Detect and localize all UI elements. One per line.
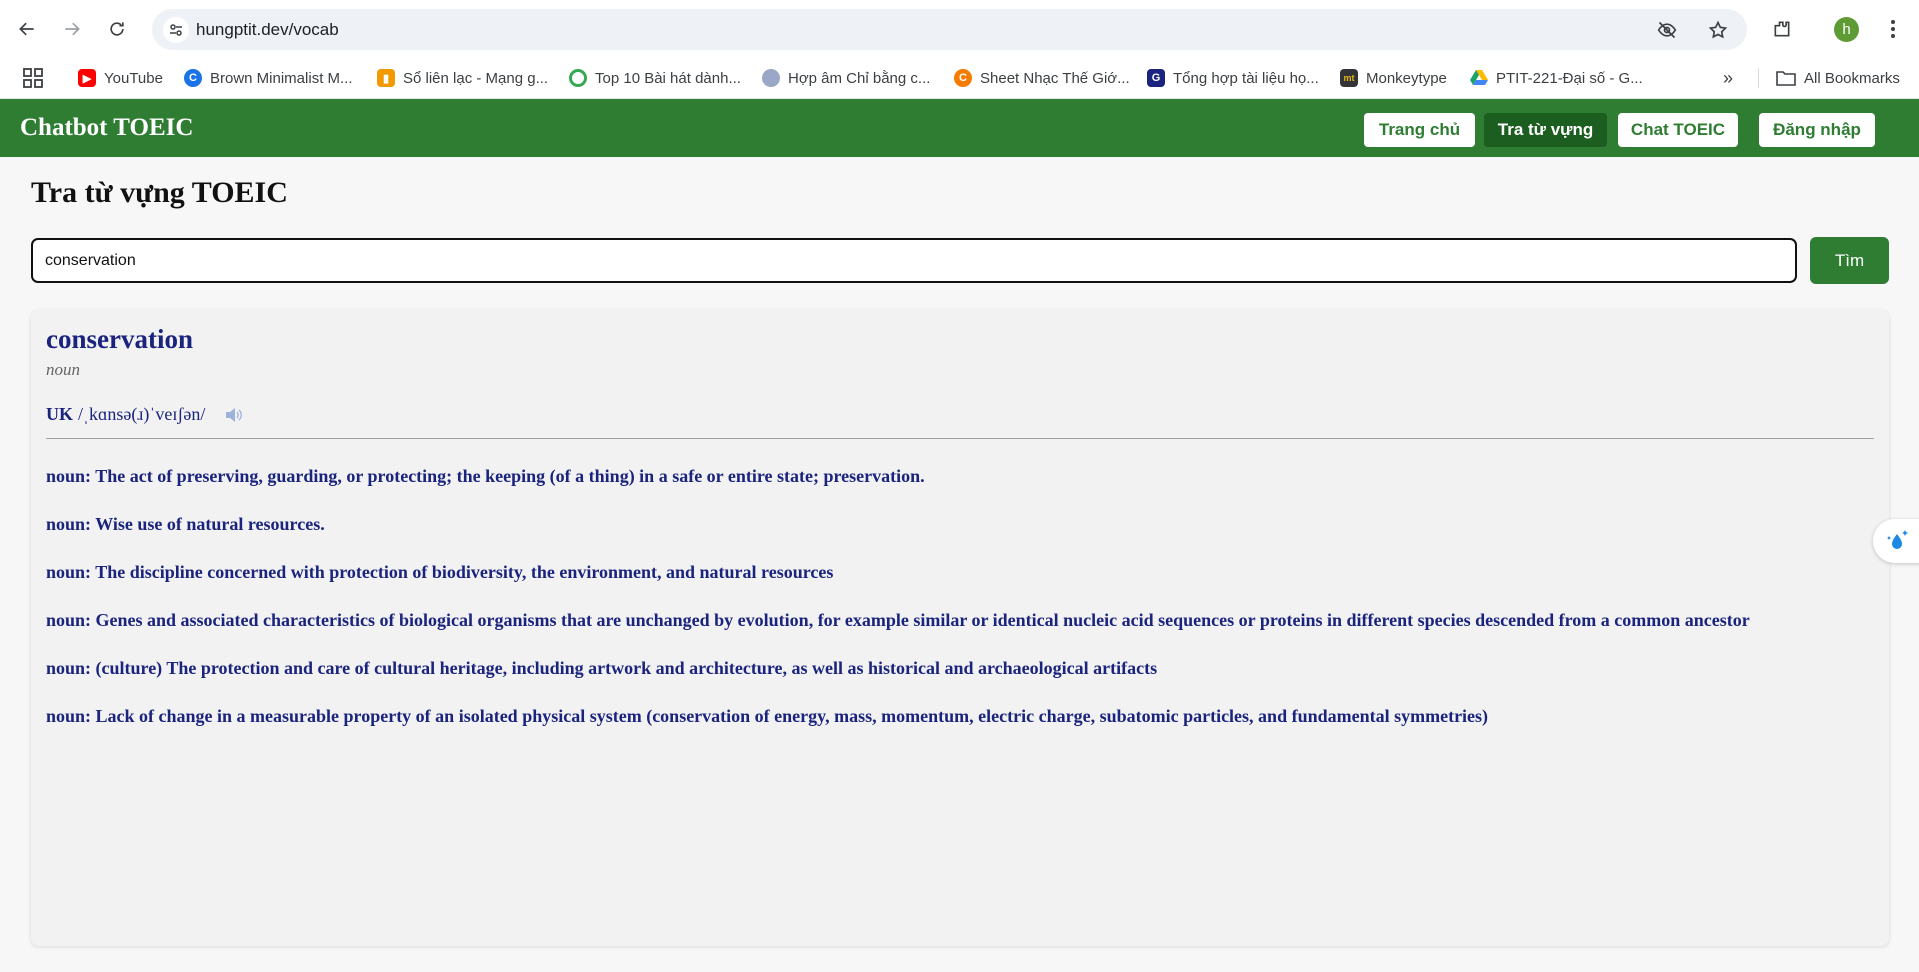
bookmark-tong-hop[interactable]: G Tổng hợp tài liệu họ... [1147, 66, 1319, 90]
c-logo-icon: C [954, 69, 972, 87]
address-bar[interactable]: hungptit.dev/vocab [152, 9, 1747, 50]
bookmark-label: Brown Minimalist M... [210, 69, 353, 87]
reload-icon [110, 22, 124, 36]
pronunciation-region: UK [46, 404, 73, 424]
nav-home-button[interactable]: Trang chủ [1364, 113, 1475, 147]
speaker-icon[interactable] [225, 407, 243, 423]
result-word: conservation [46, 324, 193, 354]
kebab-menu-icon[interactable] [1878, 14, 1908, 44]
bookmark-label: Monkeytype [1366, 69, 1447, 87]
brand-title[interactable]: Chatbot TOEIC [20, 114, 193, 142]
bookmark-canva[interactable]: C Brown Minimalist M... [184, 66, 353, 90]
floating-helper-button[interactable] [1873, 519, 1919, 563]
result-divider [46, 438, 1874, 439]
part-of-speech: noun [46, 360, 80, 379]
ring-icon [569, 69, 587, 87]
app-header: Chatbot TOEIC Trang chủ Tra từ vựng Chat… [0, 99, 1919, 157]
site-settings-icon[interactable] [163, 17, 189, 43]
bookmark-label: Sheet Nhạc Thế Giớ... [980, 69, 1130, 87]
drive-icon [1470, 69, 1488, 87]
forward-button[interactable] [55, 12, 89, 46]
bookmark-hop-am[interactable]: Hợp âm Chỉ bằng c... [762, 66, 930, 90]
nav-login-button[interactable]: Đăng nhập [1759, 113, 1875, 147]
back-button[interactable] [10, 12, 44, 46]
pronunciation: UK /ˌkɑnsə(ɹ)ˈveɪʃən/ [46, 404, 243, 425]
bookmark-youtube[interactable]: ▶ YouTube [78, 66, 163, 90]
bookmark-label: YouTube [104, 69, 163, 87]
nav-vocab-button[interactable]: Tra từ vựng [1484, 113, 1607, 147]
bookmarks-divider [1758, 68, 1759, 88]
bookmarks-bar: ▶ YouTube C Brown Minimalist M... ▮ Sổ l… [0, 58, 1919, 99]
bookmark-label: Top 10 Bài hát dành... [595, 69, 741, 87]
g-logo-icon: G [1147, 69, 1165, 87]
nav-chat-button[interactable]: Chat TOEIC [1618, 113, 1738, 147]
definition-item: noun: The act of preserving, guarding, o… [46, 466, 925, 486]
eye-off-icon[interactable] [1656, 19, 1678, 41]
search-input[interactable] [31, 238, 1797, 283]
definition-item: noun: Wise use of natural resources. [46, 514, 325, 534]
definition-item: noun: (culture) The protection and care … [46, 658, 1158, 678]
definition-item: noun: Genes and associated characteristi… [46, 610, 1750, 630]
reload-button[interactable] [100, 12, 134, 46]
bookmark-monkeytype[interactable]: mt Monkeytype [1340, 66, 1447, 90]
browser-toolbar: hungptit.dev/vocab h [0, 0, 1919, 58]
more-bookmarks-icon[interactable]: » [1716, 66, 1740, 90]
youtube-icon: ▶ [78, 69, 96, 87]
all-bookmarks-label: All Bookmarks [1804, 69, 1900, 87]
extensions-icon[interactable] [1767, 14, 1797, 44]
leaf-icon [762, 69, 780, 87]
bookmark-ptit[interactable]: PTIT-221-Đại số - G... [1470, 66, 1643, 90]
page-title: Tra từ vựng TOEIC [31, 176, 288, 209]
definition-list: noun: The act of preserving, guarding, o… [46, 465, 1881, 753]
apps-grid-icon[interactable] [22, 67, 44, 89]
pronunciation-ipa: /ˌkɑnsə(ɹ)ˈveɪʃən/ [78, 404, 206, 424]
bookmark-sheet-nhac[interactable]: C Sheet Nhạc Thế Giớ... [954, 66, 1130, 90]
bookmark-label: PTIT-221-Đại số - G... [1496, 69, 1643, 87]
result-card: conservation noun UK /ˌkɑnsə(ɹ)ˈveɪʃən/ … [31, 310, 1889, 946]
folder-icon [1776, 71, 1796, 86]
chart-icon: ▮ [377, 69, 395, 87]
bookmark-label: Tổng hợp tài liệu họ... [1173, 69, 1319, 87]
arrow-left-icon [19, 22, 34, 36]
bookmark-top10[interactable]: Top 10 Bài hát dành... [569, 66, 741, 90]
profile-avatar[interactable]: h [1834, 17, 1859, 42]
bookmark-so-lien-lac[interactable]: ▮ Sổ liên lạc - Mạng g... [377, 66, 548, 90]
water-drop-sparkle-icon [1887, 530, 1908, 549]
definition-item: noun: Lack of change in a measurable pro… [46, 706, 1489, 726]
all-bookmarks-button[interactable]: All Bookmarks [1776, 66, 1900, 90]
monkeytype-icon: mt [1340, 69, 1358, 87]
bookmark-label: Hợp âm Chỉ bằng c... [788, 69, 931, 87]
arrow-right-icon [65, 22, 80, 36]
search-button[interactable]: Tìm [1810, 237, 1889, 284]
url-text[interactable]: hungptit.dev/vocab [196, 20, 339, 40]
canva-icon: C [184, 69, 202, 87]
definition-item: noun: The discipline concerned with prot… [46, 562, 834, 582]
bookmark-star-icon[interactable] [1707, 19, 1729, 41]
bookmark-label: Sổ liên lạc - Mạng g... [403, 69, 549, 87]
